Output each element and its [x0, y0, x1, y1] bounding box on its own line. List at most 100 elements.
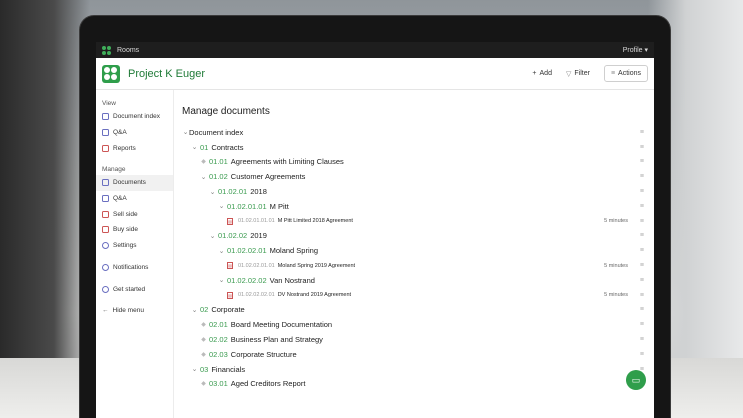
arrow-left-icon: ← [102, 307, 109, 315]
row-menu-icon[interactable]: ≡ [640, 351, 644, 358]
background-left [0, 0, 90, 418]
folder-leaf-icon: ◆ [201, 381, 206, 388]
folder-row[interactable]: ⌄ 01.02.02 2019 ≡ [182, 229, 646, 244]
folder-row[interactable]: ◆03.01Aged Creditors Report≡ [182, 377, 646, 392]
settings-icon [102, 242, 109, 250]
sidebar-item-qa-manage[interactable]: Q&A [96, 191, 173, 207]
add-button[interactable]: + Add [532, 70, 552, 77]
row-menu-icon[interactable]: ≡ [640, 292, 644, 299]
row-label: DV Nostrand 2019 Agreement [277, 292, 352, 299]
row-menu-icon[interactable]: ≡ [640, 306, 644, 313]
index-number: 01.02.01.01 [227, 201, 267, 211]
sidebar-item-settings[interactable]: Settings [96, 238, 173, 254]
folder-leaf-icon: ◆ [201, 351, 206, 358]
modified-time: 5 minutes [604, 218, 628, 225]
index-number: 02.02 [209, 335, 228, 345]
reports-icon [102, 144, 109, 152]
document-row[interactable]: ▤ 01.02.01.01.01 M Pitt Limited 2018 Agree… [182, 214, 646, 229]
hide-menu-button[interactable]: ← Hide menu [96, 303, 173, 319]
row-menu-icon[interactable]: ≡ [640, 203, 644, 210]
row-label: Van Nostrand [269, 275, 315, 285]
app-screen: Rooms Profile ▾ Project K Euger + Add ▽ … [96, 42, 654, 418]
chevron-down-icon[interactable]: ⌄ [209, 188, 216, 196]
folder-row[interactable]: ⌄ Document index ≡ [182, 125, 646, 140]
row-label: 2018 [250, 187, 267, 197]
row-menu-icon[interactable]: ≡ [640, 158, 644, 165]
row-menu-icon[interactable]: ≡ [640, 262, 644, 269]
sidebar-item-document-index[interactable]: Document index [96, 109, 173, 125]
index-number: 01.02 [209, 172, 228, 182]
chevron-down-icon[interactable]: ⌄ [218, 202, 225, 210]
folder-row[interactable]: ⌄ 01.02.01 2018 ≡ [182, 184, 646, 199]
folder-row[interactable]: ◆ 02.01 Board Meeting Documentation ≡ [182, 317, 646, 332]
app-name: Rooms [117, 46, 140, 54]
row-menu-icon[interactable]: ≡ [640, 173, 644, 180]
chevron-down-icon[interactable]: ⌄ [209, 232, 216, 240]
chevron-down-icon[interactable]: ⌄ [191, 306, 198, 314]
folder-row[interactable]: ⌄ 02 Corporate ≡ [182, 303, 646, 318]
index-number: 01.02.02 [218, 231, 248, 241]
documents-icon [102, 179, 109, 187]
index-number: 01.02.02.02 [227, 275, 267, 285]
row-menu-icon[interactable]: ≡ [640, 218, 644, 225]
sidebar-item-documents[interactable]: Documents [96, 175, 173, 191]
index-number: 01.02.01 [218, 187, 248, 197]
index-number: 01.02.02.01 [227, 246, 267, 256]
project-title: Project K Euger [128, 67, 206, 80]
chevron-down-icon[interactable]: ⌄ [200, 173, 207, 181]
sidebar-manage-heading: Manage [102, 166, 126, 174]
index-number: 01.02.01.01.01 [238, 218, 275, 225]
document-row[interactable]: ▤ 01.02.02.02.01 DV Nostrand 2019 Agreemen… [182, 288, 646, 303]
row-label: Corporate [211, 305, 245, 315]
row-menu-icon[interactable]: ≡ [640, 232, 644, 239]
row-menu-icon[interactable]: ≡ [640, 321, 644, 328]
row-menu-icon[interactable]: ≡ [640, 247, 644, 254]
filter-button[interactable]: ▽ Filter [566, 70, 590, 78]
sidebar-item-qa-view[interactable]: Q&A [96, 125, 173, 141]
project-logo-icon [102, 64, 120, 83]
folder-row[interactable]: ⌄ 03 Financials ≡ [182, 362, 646, 377]
chevron-down-icon[interactable]: ⌄ [182, 128, 189, 136]
row-label: Document index [189, 127, 244, 137]
folder-row[interactable]: ◆ 01.01 Agreements with Limiting Clauses ≡ [182, 155, 646, 170]
row-menu-icon[interactable]: ≡ [640, 336, 644, 343]
sidebar-item-sell-side[interactable]: Sell side [96, 206, 173, 222]
qa-icon [102, 195, 109, 203]
chat-icon: ▭ [631, 374, 641, 385]
folder-row[interactable]: ⌄ 01 Contracts ≡ [182, 140, 646, 155]
chevron-down-icon[interactable]: ⌄ [191, 365, 198, 373]
chevron-down-icon[interactable]: ⌄ [218, 247, 225, 255]
index-number: 01.02.02.01.01 [238, 262, 275, 269]
sidebar-item-get-started[interactable]: Get started [96, 281, 173, 297]
folder-row[interactable]: ◆ 02.02 Business Plan and Strategy ≡ [182, 332, 646, 347]
chevron-down-icon[interactable]: ⌄ [218, 276, 225, 284]
profile-menu[interactable]: Profile ▾ [623, 46, 648, 54]
row-label: Aged Creditors Report [230, 379, 306, 389]
folder-row[interactable]: ⌄ 01.02.01.01 M Pitt ≡ [182, 199, 646, 214]
sidebar-item-notifications[interactable]: Notifications [96, 260, 173, 276]
folder-row[interactable]: ⌄ 01.02.02.02 Van Nostrand ≡ [182, 273, 646, 288]
chat-button[interactable]: ▭ [626, 370, 646, 390]
sidebar-item-reports[interactable]: Reports [96, 140, 173, 156]
main-panel: Manage documents ⌄ Document index ≡ ⌄ 01 Cont… [174, 90, 654, 418]
row-menu-icon[interactable]: ≡ [640, 144, 644, 151]
row-menu-icon[interactable]: ≡ [640, 129, 644, 136]
chevron-down-icon[interactable]: ⌄ [191, 143, 198, 151]
row-label: M Pitt Limited 2018 Agreement [277, 218, 353, 225]
row-label: 2019 [250, 231, 267, 241]
row-menu-icon[interactable]: ≡ [640, 277, 644, 284]
row-label: Customer Agreements [230, 172, 306, 182]
pdf-icon: ▤ [227, 262, 233, 270]
actions-button[interactable]: ≡ Actions [603, 65, 648, 82]
row-label: Agreements with Limiting Clauses [230, 157, 344, 167]
folder-row[interactable]: ⌄ 01.02 Customer Agreements ≡ [182, 169, 646, 184]
index-number: 01 [200, 142, 209, 152]
row-menu-icon[interactable]: ≡ [640, 188, 644, 195]
folder-row[interactable]: ⌄ 01.02.02.01 Moland Spring ≡ [182, 243, 646, 258]
row-label: Corporate Structure [230, 349, 297, 359]
modified-time: 5 minutes [604, 262, 628, 269]
project-header: Project K Euger + Add ▽ Filter ≡ Actions [96, 58, 654, 90]
folder-row[interactable]: ◆ 02.03 Corporate Structure ≡ [182, 347, 646, 362]
document-row[interactable]: ▤ 01.02.02.01.01 Moland Spring 2019 Agreem… [182, 258, 646, 273]
sidebar-item-buy-side[interactable]: Buy side [96, 222, 173, 238]
